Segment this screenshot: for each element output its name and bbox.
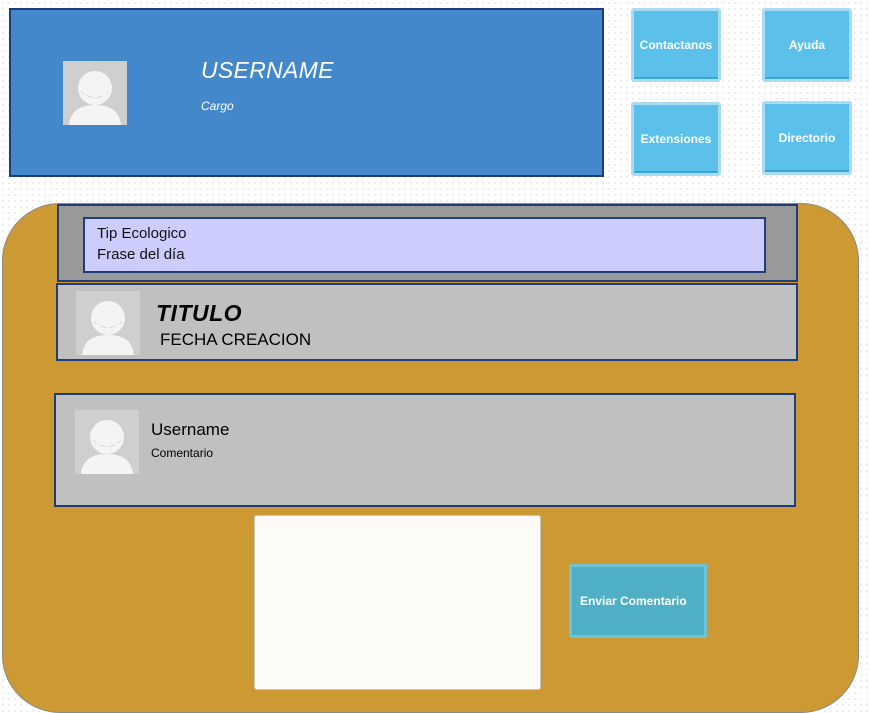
comment-username: Username xyxy=(151,420,230,439)
post-avatar-icon xyxy=(76,291,140,355)
user-avatar-icon xyxy=(63,61,127,125)
profile-username: USERNAME xyxy=(201,57,334,83)
contactanos-button[interactable]: Contactanos xyxy=(631,8,721,82)
tip-box: Tip Ecologico Frase del día xyxy=(83,217,766,273)
comment-card: Username Comentario xyxy=(54,393,796,507)
extensiones-button[interactable]: Extensiones xyxy=(631,102,721,176)
directorio-button[interactable]: Directorio xyxy=(762,101,852,175)
comment-textarea[interactable] xyxy=(254,515,541,690)
enviar-comentario-button[interactable]: Enviar Comentario xyxy=(569,564,707,638)
frase-del-dia-label: Frase del día xyxy=(97,246,185,263)
comment-text: Comentario xyxy=(151,446,214,460)
ayuda-button[interactable]: Ayuda xyxy=(762,8,852,82)
profile-card: USERNAME Cargo xyxy=(9,8,604,177)
post-date: FECHA CREACION xyxy=(160,330,312,349)
profile-cargo: Cargo xyxy=(201,99,234,113)
post-title: TITULO xyxy=(156,300,243,326)
tip-ecologico-label: Tip Ecologico xyxy=(97,225,187,242)
post-header: TITULO FECHA CREACION xyxy=(56,283,798,361)
commenter-avatar-icon xyxy=(75,410,139,474)
